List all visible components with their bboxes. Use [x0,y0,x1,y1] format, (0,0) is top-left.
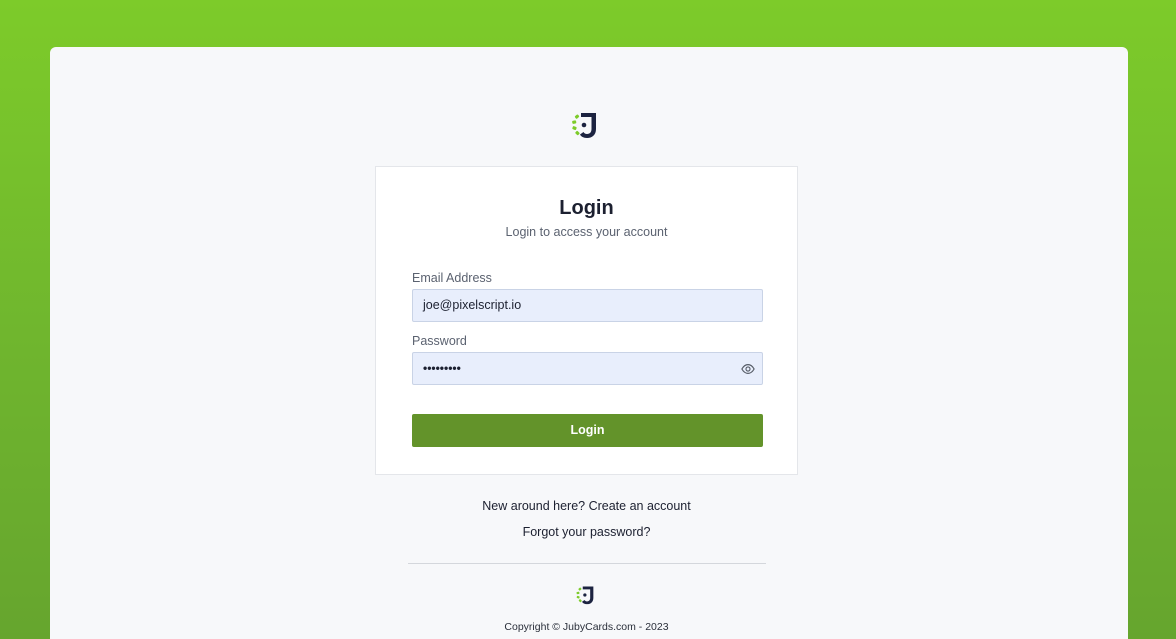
email-label: Email Address [412,271,492,285]
email-value: joe@pixelscript.io [423,298,522,312]
create-account-link[interactable]: New around here? Create an account [375,499,798,513]
password-label: Password [412,334,467,348]
login-card: Login Login to access your account Email… [375,166,798,475]
footer-divider [408,563,766,564]
jubycards-logo-icon [576,586,594,605]
password-field[interactable]: ••••••••• [412,352,763,385]
login-title: Login [559,197,614,219]
copyright-text: Copyright © JubyCards.com - 2023 [504,621,669,633]
forgot-password-link[interactable]: Forgot your password? [375,525,798,539]
login-button[interactable]: Login [412,414,763,447]
login-subtitle: Login to access your account [505,225,668,239]
password-value: ••••••••• [423,361,461,375]
jubycards-logo-icon [572,113,596,138]
email-field[interactable]: joe@pixelscript.io [412,289,763,322]
eye-icon[interactable] [741,362,755,376]
